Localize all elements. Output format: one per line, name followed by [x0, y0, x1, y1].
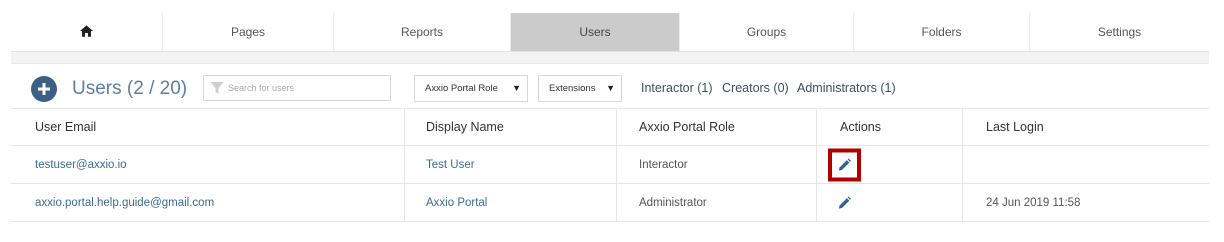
plus-circle-icon	[37, 82, 51, 96]
table-header: User Email Display Name Axxio Portal Rol…	[11, 108, 1209, 146]
tab-pages[interactable]: Pages	[163, 13, 334, 51]
edit-user-button[interactable]	[828, 148, 861, 181]
last-login: 24 Jun 2019 11:58	[962, 184, 1209, 221]
filter-creators[interactable]: Creators (0)	[722, 81, 789, 95]
filter-icon	[210, 81, 228, 95]
table-row: testuser@axxio.io Test User Interactor	[11, 146, 1209, 184]
column-header-role[interactable]: Axxio Portal Role	[616, 109, 816, 145]
page-title: Users (2 / 20)	[72, 78, 188, 99]
actions-cell	[816, 146, 962, 183]
user-role: Administrator	[616, 184, 816, 221]
add-user-button[interactable]	[31, 76, 57, 102]
tab-folders[interactable]: Folders	[854, 13, 1030, 51]
user-email-link[interactable]: testuser@axxio.io	[11, 146, 404, 183]
tab-users[interactable]: Users	[511, 13, 680, 51]
extensions-select-value: Extensions	[549, 83, 596, 94]
display-name-link[interactable]: Test User	[404, 146, 616, 183]
column-header-last-login[interactable]: Last Login	[962, 109, 1209, 145]
users-panel: Users (2 / 20) Axxio Portal Role ▼ Exten…	[11, 63, 1209, 239]
caret-down-icon: ▼	[512, 83, 521, 93]
user-email-link[interactable]: axxio.portal.help.guide@gmail.com	[11, 184, 404, 221]
display-name-link[interactable]: Axxio Portal	[404, 184, 616, 221]
home-icon	[80, 24, 93, 40]
role-select-value: Axxio Portal Role	[425, 83, 498, 94]
tab-settings[interactable]: Settings	[1030, 13, 1209, 51]
pencil-icon	[838, 158, 851, 171]
top-nav: Pages Reports Users Groups Folders Setti…	[11, 13, 1209, 52]
filter-interactor[interactable]: Interactor (1)	[641, 81, 713, 95]
search-input[interactable]	[228, 83, 378, 93]
tab-groups[interactable]: Groups	[680, 13, 854, 51]
search-box[interactable]	[203, 75, 391, 101]
table-row: axxio.portal.help.guide@gmail.com Axxio …	[11, 184, 1209, 222]
actions-cell	[816, 184, 962, 221]
last-login	[962, 146, 1209, 183]
edit-user-button[interactable]	[828, 186, 861, 219]
nav-home[interactable]	[11, 13, 163, 51]
column-header-display-name[interactable]: Display Name	[404, 109, 616, 145]
user-role: Interactor	[616, 146, 816, 183]
pencil-icon	[838, 196, 851, 209]
filter-administrators[interactable]: Administrators (1)	[797, 81, 896, 95]
extensions-select[interactable]: Extensions ▼	[538, 75, 622, 102]
column-header-actions: Actions	[816, 109, 962, 145]
tab-reports[interactable]: Reports	[334, 13, 511, 51]
users-toolbar: Users (2 / 20) Axxio Portal Role ▼ Exten…	[11, 64, 1209, 108]
role-select[interactable]: Axxio Portal Role ▼	[414, 75, 528, 102]
users-admin-frame: Pages Reports Users Groups Folders Setti…	[11, 13, 1209, 239]
column-header-user-email[interactable]: User Email	[11, 109, 404, 145]
caret-down-icon: ▼	[606, 83, 615, 93]
